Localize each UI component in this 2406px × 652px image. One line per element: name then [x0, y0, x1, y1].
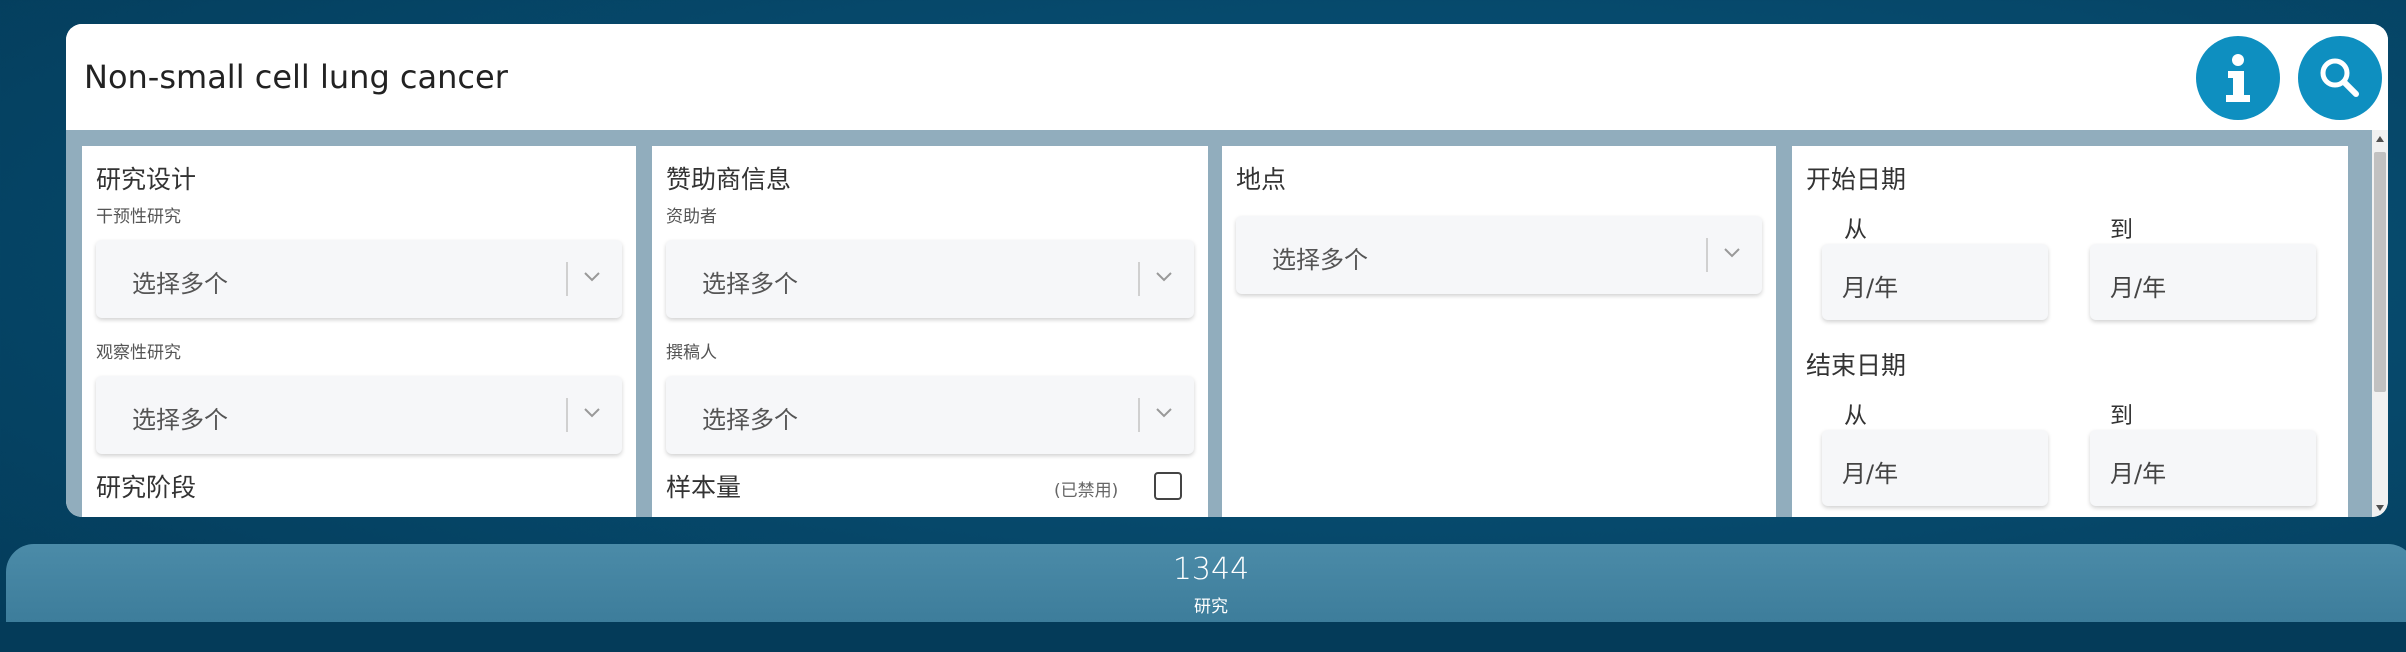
- chevron-down-icon: [584, 272, 600, 282]
- results-bar[interactable]: 1344 研究: [6, 544, 2406, 622]
- select-separator: [566, 262, 568, 296]
- footer-strip: [0, 622, 2406, 652]
- interventional-placeholder: 选择多个: [132, 270, 228, 298]
- end-date-title: 结束日期: [1806, 351, 1907, 380]
- filters-area: 研究设计 干预性研究 选择多个 观察性研究 选择多个 研究阶段 赞助商信息 资助…: [66, 130, 2372, 517]
- start-to-placeholder: 月/年: [2110, 274, 2167, 302]
- filters-scrollbar[interactable]: [2372, 130, 2388, 517]
- author-placeholder: 选择多个: [702, 406, 798, 434]
- search-button[interactable]: [2298, 36, 2382, 120]
- info-icon: [2226, 54, 2250, 102]
- author-label: 撰稿人: [666, 343, 717, 363]
- sample-size-title: 样本量: [666, 473, 742, 502]
- location-title: 地点: [1236, 165, 1287, 194]
- info-button[interactable]: [2196, 36, 2280, 120]
- select-separator: [1138, 398, 1140, 432]
- end-from-placeholder: 月/年: [1842, 460, 1899, 488]
- dates-panel: 开始日期 从 到 月/年 月/年 结束日期 从 到 月/年 月/年: [1792, 146, 2348, 517]
- end-to-label: 到: [2110, 403, 2133, 429]
- observational-label: 观察性研究: [96, 343, 181, 363]
- sample-size-disabled-note: (已禁用): [1054, 481, 1119, 501]
- interventional-label: 干预性研究: [96, 207, 181, 227]
- study-design-title: 研究设计: [96, 165, 197, 194]
- funder-placeholder: 选择多个: [702, 270, 798, 298]
- scroll-up-arrow[interactable]: [2376, 136, 2384, 142]
- funder-select[interactable]: 选择多个: [666, 240, 1194, 318]
- results-count: 1344: [1172, 552, 1250, 587]
- chevron-down-icon: [1724, 248, 1740, 258]
- sample-size-checkbox[interactable]: [1154, 472, 1182, 500]
- observational-select[interactable]: 选择多个: [96, 376, 622, 454]
- start-from-placeholder: 月/年: [1842, 274, 1899, 302]
- start-from-input[interactable]: 月/年: [1822, 244, 2048, 320]
- results-label: 研究: [1194, 597, 1228, 617]
- chevron-down-icon: [1156, 408, 1172, 418]
- search-bar: [66, 24, 2388, 130]
- start-to-label: 到: [2110, 217, 2133, 243]
- sponsor-panel: 赞助商信息 资助者 选择多个 撰稿人 选择多个 样本量 (已禁用): [652, 146, 1208, 517]
- end-to-placeholder: 月/年: [2110, 460, 2167, 488]
- study-design-panel: 研究设计 干预性研究 选择多个 观察性研究 选择多个 研究阶段: [82, 146, 636, 517]
- funder-label: 资助者: [666, 207, 717, 227]
- select-separator: [566, 398, 568, 432]
- scroll-thumb[interactable]: [2374, 152, 2386, 392]
- location-select[interactable]: 选择多个: [1236, 216, 1762, 294]
- start-date-title: 开始日期: [1806, 165, 1907, 194]
- study-phase-title: 研究阶段: [96, 473, 197, 502]
- author-select[interactable]: 选择多个: [666, 376, 1194, 454]
- sponsor-title: 赞助商信息: [666, 165, 792, 194]
- interventional-select[interactable]: 选择多个: [96, 240, 622, 318]
- location-panel: 地点 选择多个: [1222, 146, 1776, 517]
- start-from-label: 从: [1844, 217, 1867, 243]
- start-to-input[interactable]: 月/年: [2090, 244, 2316, 320]
- end-from-input[interactable]: 月/年: [1822, 430, 2048, 506]
- observational-placeholder: 选择多个: [132, 406, 228, 434]
- scroll-down-arrow[interactable]: [2376, 505, 2384, 511]
- search-card: 研究设计 干预性研究 选择多个 观察性研究 选择多个 研究阶段 赞助商信息 资助…: [66, 24, 2388, 517]
- select-separator: [1706, 238, 1708, 272]
- search-icon: [2320, 58, 2359, 97]
- select-separator: [1138, 262, 1140, 296]
- chevron-down-icon: [1156, 272, 1172, 282]
- chevron-down-icon: [584, 408, 600, 418]
- end-to-input[interactable]: 月/年: [2090, 430, 2316, 506]
- location-placeholder: 选择多个: [1272, 246, 1368, 274]
- end-from-label: 从: [1844, 403, 1867, 429]
- search-input[interactable]: [84, 52, 2084, 102]
